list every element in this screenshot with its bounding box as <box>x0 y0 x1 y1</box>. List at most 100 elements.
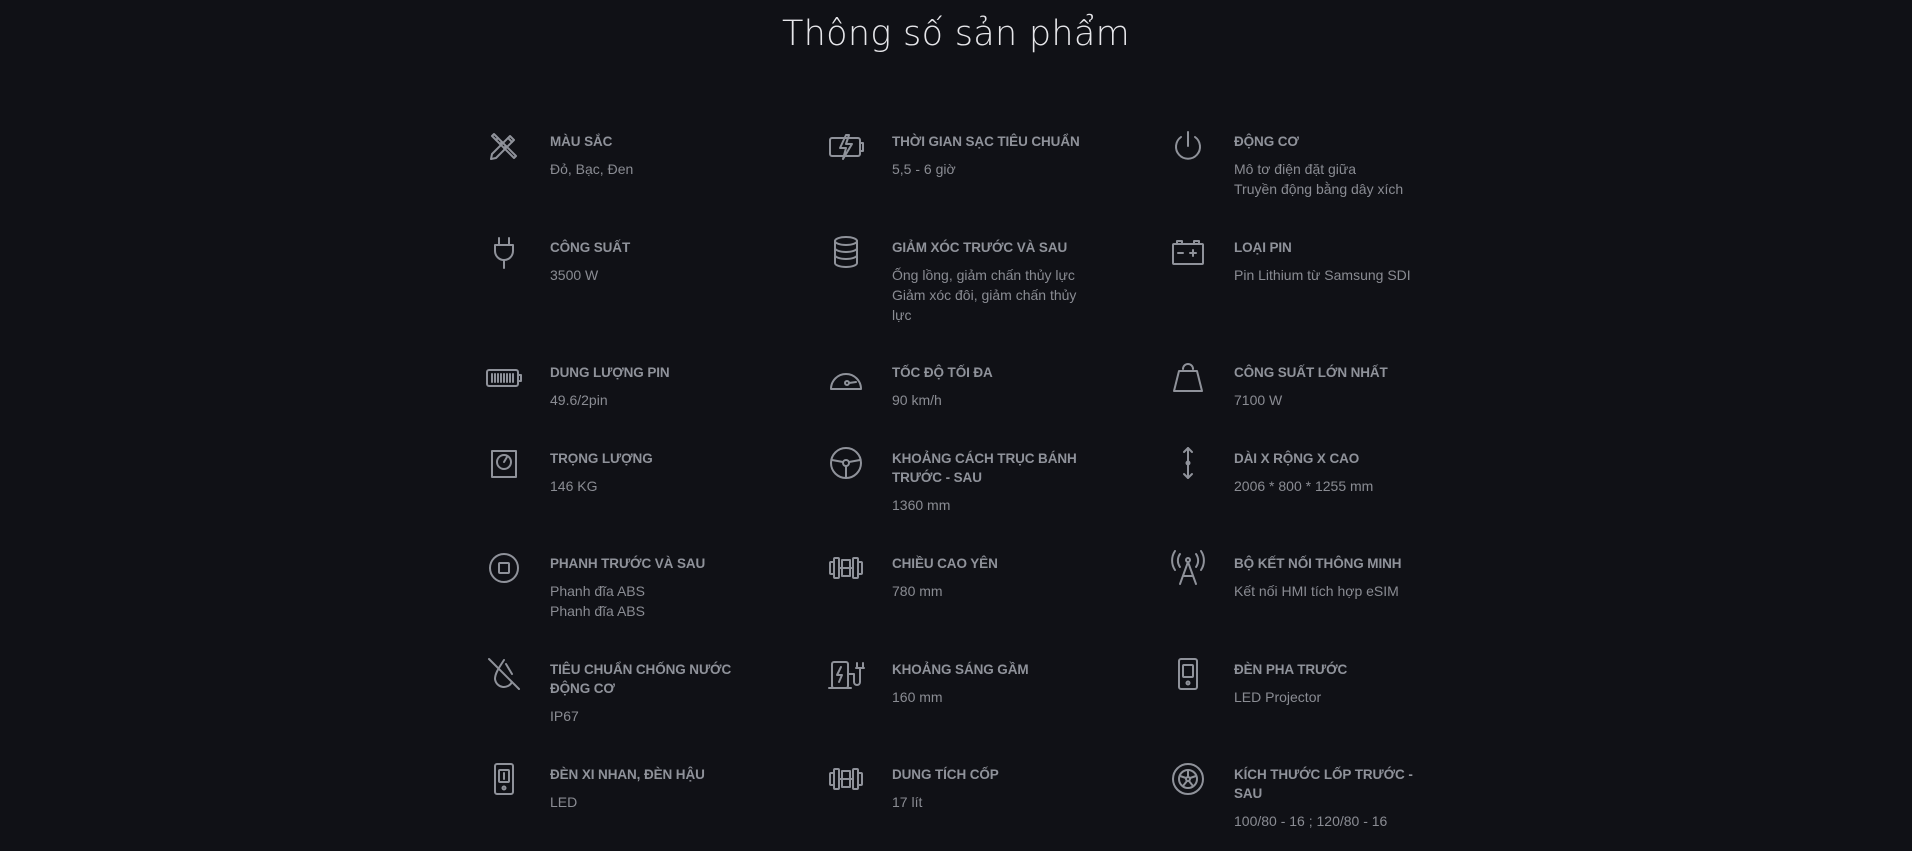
spec-value-line: Pin Lithium từ Samsung SDI <box>1234 267 1411 283</box>
spec-item: BỘ KẾT NỐI THÔNG MINH Kết nối HMI tích hợ… <box>1166 548 1434 601</box>
spec-value-line: Phanh đĩa ABS <box>550 583 645 599</box>
spec-item: KHOẢNG SÁNG GẦM 160 mm <box>824 654 1092 707</box>
spec-value-line: 780 mm <box>892 583 943 599</box>
spec-item: CHIỀU CAO YÊN 780 mm <box>824 548 1092 601</box>
spec-item: LOẠI PIN Pin Lithium từ Samsung SDI <box>1166 232 1434 285</box>
spec-value: 780 mm <box>892 581 1092 601</box>
spec-item: PHANH TRƯỚC VÀ SAU Phanh đĩa ABS Phanh đĩa… <box>482 548 750 621</box>
spec-label: DÀI X RỘNG X CAO <box>1234 451 1360 466</box>
spec-label: TỐC ĐỘ TỐI ĐA <box>892 365 993 380</box>
spec-label: KHOẢNG CÁCH TRỤC BÁNH TRƯỚC - SAU <box>892 451 1077 485</box>
spec-value-line: Kết nối HMI tích hợp eSIM <box>1234 583 1399 599</box>
spec-value-line: LED <box>550 794 578 810</box>
weight-icon <box>1166 357 1210 401</box>
spec-value: 3500 W <box>550 265 750 285</box>
headlight-icon <box>1166 654 1210 698</box>
spec-value-line: Giảm xóc đôi, giảm chấn thủy lực <box>892 287 1077 323</box>
spec-text: DÀI X RỘNG X CAO 2006 * 800 * 1255 mm <box>1234 443 1434 496</box>
spec-value-line: Phanh đĩa ABS <box>550 603 645 619</box>
charging-station-icon <box>824 654 868 698</box>
spec-text: DUNG LƯỢNG PIN 49.6/2pin <box>550 357 750 410</box>
spec-label: BỘ KẾT NỐI THÔNG MINH <box>1234 556 1402 571</box>
spec-text: TỐC ĐỘ TỐI ĐA 90 km/h <box>892 357 1092 410</box>
spec-value-line: 146 KG <box>550 478 598 494</box>
spec-text: CHIỀU CAO YÊN 780 mm <box>892 548 1092 601</box>
spec-item: TỐC ĐỘ TỐI ĐA 90 km/h <box>824 357 1092 410</box>
spec-value-line: IP67 <box>550 708 579 724</box>
spec-item: TIÊU CHUẨN CHỐNG NƯỚC ĐỘNG CƠ IP67 <box>482 654 750 726</box>
spec-text: TIÊU CHUẨN CHỐNG NƯỚC ĐỘNG CƠ IP67 <box>550 654 750 726</box>
spec-label: TIÊU CHUẨN CHỐNG NƯỚC ĐỘNG CƠ <box>550 662 732 696</box>
antenna-icon <box>1166 548 1210 592</box>
spec-text: GIẢM XÓC TRƯỚC VÀ SAU Ống lồng, giảm chấn… <box>892 232 1092 325</box>
spec-value-line: LED Projector <box>1234 689 1322 705</box>
spec-value: Phanh đĩa ABS Phanh đĩa ABS <box>550 581 750 621</box>
car-battery-icon <box>1166 232 1210 276</box>
spec-text: KÍCH THƯỚC LỐP TRƯỚC - SAU 100/80 - 16 ; … <box>1234 759 1434 831</box>
spec-label: ĐÈN XI NHAN, ĐÈN HẬU <box>550 767 705 782</box>
spec-item: TRỌNG LƯỢNG 146 KG <box>482 443 750 496</box>
spec-label: ĐÈN PHA TRƯỚC <box>1234 662 1348 677</box>
spec-label: GIẢM XÓC TRƯỚC VÀ SAU <box>892 240 1068 255</box>
spec-text: KHOẢNG CÁCH TRỤC BÁNH TRƯỚC - SAU 1360 mm <box>892 443 1092 515</box>
spec-item: DUNG LƯỢNG PIN 49.6/2pin <box>482 357 750 410</box>
spec-label: CÔNG SUẤT <box>550 240 631 255</box>
spec-label: DUNG TÍCH CỐP <box>892 767 999 782</box>
plug-icon <box>482 232 526 276</box>
spec-item: DÀI X RỘNG X CAO 2006 * 800 * 1255 mm <box>1166 443 1434 496</box>
spec-label: KÍCH THƯỚC LỐP TRƯỚC - SAU <box>1234 767 1413 801</box>
spec-value: 2006 * 800 * 1255 mm <box>1234 476 1434 496</box>
spec-item: GIẢM XÓC TRƯỚC VÀ SAU Ống lồng, giảm chấn… <box>824 232 1092 325</box>
spec-value: Mô tơ điện đặt giữa Truyền động bằng dây … <box>1234 159 1434 199</box>
spec-item: ĐÈN PHA TRƯỚC LED Projector <box>1166 654 1434 707</box>
spec-value: 160 mm <box>892 687 1092 707</box>
spec-label: KHOẢNG SÁNG GẦM <box>892 662 1029 677</box>
spec-value-line: 17 lít <box>892 794 923 810</box>
spec-text: THỜI GIAN SẠC TIÊU CHUẨN 5,5 - 6 giờ <box>892 126 1092 179</box>
spec-text: ĐỘNG CƠ Mô tơ điện đặt giữa Truyền động bằ… <box>1234 126 1434 199</box>
spec-text: LOẠI PIN Pin Lithium từ Samsung SDI <box>1234 232 1434 285</box>
spec-label: CHIỀU CAO YÊN <box>892 556 998 571</box>
spec-value-line: 90 km/h <box>892 392 942 408</box>
spec-label: ĐỘNG CƠ <box>1234 134 1299 149</box>
paint-brush-icon <box>482 126 526 170</box>
battery-level-icon <box>482 357 526 401</box>
spec-value-line: Mô tơ điện đặt giữa <box>1234 161 1357 177</box>
spec-item: KÍCH THƯỚC LỐP TRƯỚC - SAU 100/80 - 16 ; … <box>1166 759 1434 831</box>
steering-wheel-icon <box>824 443 868 487</box>
spec-text: KHOẢNG SÁNG GẦM 160 mm <box>892 654 1092 707</box>
spec-value: LED Projector <box>1234 687 1434 707</box>
vertical-arrows-icon <box>1166 443 1210 487</box>
spec-item: ĐÈN XI NHAN, ĐÈN HẬU LED <box>482 759 750 812</box>
spec-item: THỜI GIAN SẠC TIÊU CHUẨN 5,5 - 6 giờ <box>824 126 1092 179</box>
spec-label: LOẠI PIN <box>1234 240 1292 255</box>
spec-text: DUNG TÍCH CỐP 17 lít <box>892 759 1092 812</box>
spec-item: DUNG TÍCH CỐP 17 lít <box>824 759 1092 812</box>
spec-label: THỜI GIAN SẠC TIÊU CHUẨN <box>892 134 1080 149</box>
spec-text: ĐÈN PHA TRƯỚC LED Projector <box>1234 654 1434 707</box>
dumbbell-icon <box>824 759 868 803</box>
signal-light-icon <box>482 759 526 803</box>
spec-item: KHOẢNG CÁCH TRỤC BÁNH TRƯỚC - SAU 1360 mm <box>824 443 1092 515</box>
spec-value-line: 3500 W <box>550 267 599 283</box>
spec-label: MÀU SẮC <box>550 134 613 149</box>
spec-label: CÔNG SUẤT LỚN NHẤT <box>1234 365 1388 380</box>
spec-value: LED <box>550 792 750 812</box>
page-title: Thông số sản phẩm <box>781 14 1131 54</box>
spec-value: 17 lít <box>892 792 1092 812</box>
brake-button-icon <box>482 548 526 592</box>
spec-text: CÔNG SUẤT LỚN NHẤT 7100 W <box>1234 357 1434 410</box>
spec-value-line: 100/80 - 16 ; 120/80 - 16 <box>1234 813 1388 829</box>
spec-value: Pin Lithium từ Samsung SDI <box>1234 265 1434 285</box>
no-water-icon <box>482 654 526 698</box>
spec-label: PHANH TRƯỚC VÀ SAU <box>550 556 706 571</box>
spec-value-line: 1360 mm <box>892 497 951 513</box>
power-icon <box>1166 126 1210 170</box>
spec-label: TRỌNG LƯỢNG <box>550 451 653 466</box>
spec-text: PHANH TRƯỚC VÀ SAU Phanh đĩa ABS Phanh đĩa… <box>550 548 750 621</box>
spec-item: CÔNG SUẤT 3500 W <box>482 232 750 285</box>
spec-value: 90 km/h <box>892 390 1092 410</box>
spec-value-line: 160 mm <box>892 689 943 705</box>
spec-value: Kết nối HMI tích hợp eSIM <box>1234 581 1434 601</box>
spec-text: MÀU SẮC Đỏ, Bạc, Đen <box>550 126 750 179</box>
